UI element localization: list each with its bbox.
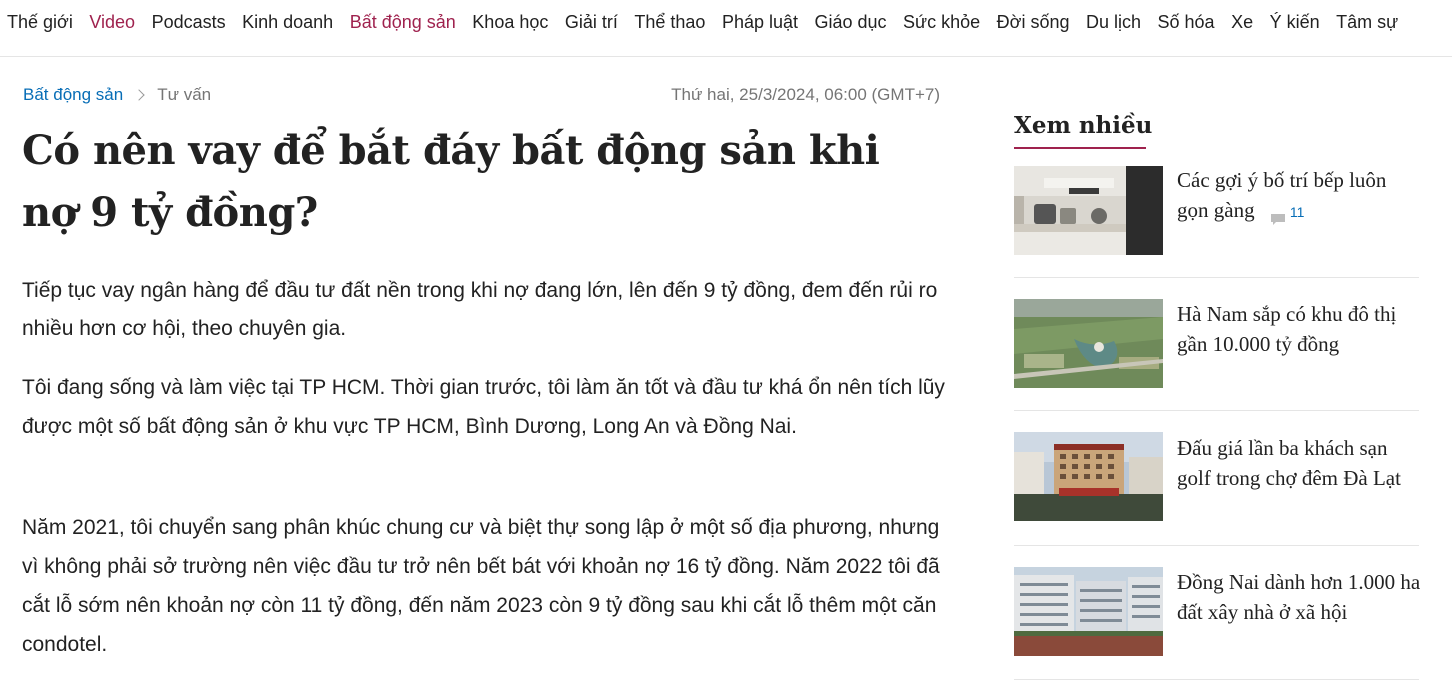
nav-item-giai-tri[interactable]: Giải trí [565,0,618,44]
nav-item-podcasts[interactable]: Podcasts [152,0,226,44]
urban-area-aerial-photo[interactable] [1014,299,1163,388]
breadcrumb-subcategory[interactable]: Tư vấn [157,85,211,105]
most-viewed-title[interactable]: Đồng Nai dành hơn 1.000 ha đất xây nhà ở… [1177,567,1422,627]
nav-list: Thế giới Video Podcasts Kinh doanh Bất đ… [0,0,1452,44]
publish-date: Thứ hai, 25/3/2024, 06:00 (GMT+7) [671,85,940,104]
nav-item-doi-song[interactable]: Đời sống [997,0,1070,44]
hotel-building-photo[interactable] [1014,432,1163,521]
nav-item-kinh-doanh[interactable]: Kinh doanh [242,0,333,44]
most-viewed-title[interactable]: Các gợi ý bố trí bếp luôn gọn gàng 11 [1177,165,1422,227]
comment-count-value: 11 [1289,204,1305,221]
nav-item-the-gioi[interactable]: Thế giới [7,0,73,44]
most-viewed-item[interactable]: Đồng Nai dành hơn 1.000 ha đất xây nhà ở… [1014,567,1422,657]
nav-item-the-thao[interactable]: Thể thao [634,0,705,44]
article-title: Có nên vay để bắt đáy bất động sản khi n… [22,127,880,236]
nav-item-so-hoa[interactable]: Số hóa [1158,0,1215,44]
most-viewed-title[interactable]: Đấu giá lần ba khách sạn golf trong chợ … [1177,433,1422,493]
most-viewed-item[interactable]: Hà Nam sắp có khu đô thị gần 10.000 tỷ đ… [1014,299,1419,389]
apartment-blocks-photo[interactable] [1014,567,1163,656]
nav-item-phap-luat[interactable]: Pháp luật [722,0,798,44]
divider [1014,410,1419,411]
divider [1014,277,1419,278]
urban-area-thumbnail [1014,299,1163,388]
heading-underline [1014,147,1146,149]
article-lead: Tiếp tục vay ngân hàng để đầu tư đất nền… [22,279,938,340]
most-viewed-heading: Xem nhiều [1014,112,1153,139]
nav-item-tam-su[interactable]: Tâm sự [1336,0,1398,44]
nav-item-video[interactable]: Video [89,0,135,44]
nav-item-du-lich[interactable]: Du lịch [1086,0,1141,44]
chevron-right-icon [133,89,145,101]
most-viewed-title[interactable]: Hà Nam sắp có khu đô thị gần 10.000 tỷ đ… [1177,299,1422,359]
most-viewed-item[interactable]: Đấu giá lần ba khách sạn golf trong chợ … [1014,432,1419,522]
nav-item-y-kien[interactable]: Ý kiến [1270,0,1320,44]
kitchen-photo[interactable] [1014,166,1163,255]
breadcrumb: Bất động sản Tư vấn [23,83,211,107]
most-viewed-item[interactable]: Các gợi ý bố trí bếp luôn gọn gàng 11 [1014,166,1419,256]
nav-item-xe[interactable]: Xe [1231,0,1253,44]
nav-item-suc-khoe[interactable]: Sức khỏe [903,0,980,44]
nav-item-khoa-hoc[interactable]: Khoa học [472,0,548,44]
kitchen-thumbnail [1014,166,1163,255]
article-paragraph: Năm 2021, tôi chuyển sang phân khúc chun… [22,516,940,656]
hotel-thumbnail [1014,432,1163,521]
apartment-thumbnail [1014,567,1163,656]
breadcrumb-category[interactable]: Bất động sản [23,85,123,105]
comment-icon [1270,206,1286,225]
nav-item-bat-dong-san[interactable]: Bất động sản [350,0,456,44]
nav-item-giao-duc[interactable]: Giáo dục [815,0,887,44]
comment-count[interactable]: 11 [1270,197,1305,227]
top-navigation: Thế giới Video Podcasts Kinh doanh Bất đ… [0,0,1452,57]
article-paragraph: Tôi đang sống và làm việc tại TP HCM. Th… [22,376,945,438]
divider [1014,679,1419,680]
divider [1014,545,1419,546]
